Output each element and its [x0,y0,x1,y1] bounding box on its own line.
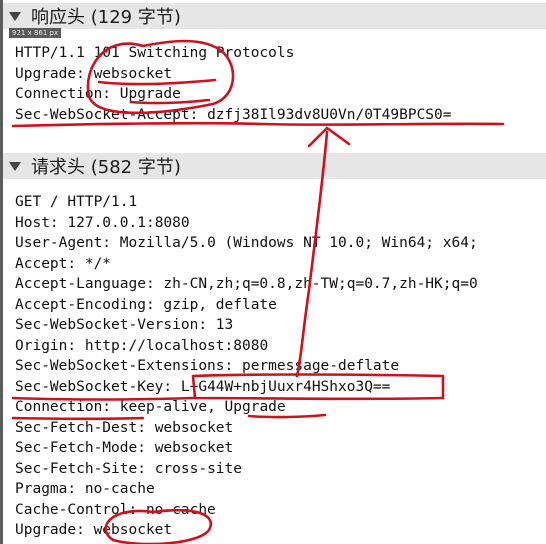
response-header-sec-websocket-accept: Sec-WebSocket-Accept: dzfj38Il93dv8U0Vn/… [15,106,452,123]
collapse-triangle-icon[interactable] [9,161,21,171]
headers-panel: 响应头 (129 字节) 921 x 861 px HTTP/1.1 101 S… [0,0,546,544]
request-header-cache-control: Cache-Control: no-cache [15,501,216,518]
response-status-line: HTTP/1.1 101 Switching Protocols [15,45,295,61]
response-headers-list: HTTP/1.1 101 Switching Protocols Upgrade… [15,43,545,125]
request-header-sec-websocket-extensions: Sec-WebSocket-Extensions: permessage-def… [15,358,400,374]
response-headers-title: 响应头 (129 字节) [31,7,181,28]
request-header-accept-encoding: Accept-Encoding: gzip, deflate [15,296,277,313]
response-header-upgrade: Upgrade: websocket [15,65,173,82]
request-header-host: Host: 127.0.0.1:8080 [15,214,190,231]
request-headers-toggle[interactable]: 请求头 (582 字节) [3,153,546,179]
request-header-sec-fetch-mode: Sec-Fetch-Mode: websocket [15,440,234,456]
request-header-sec-websocket-key: Sec-WebSocket-Key: L+G44W+nbjUuxr4HShxo3… [15,378,391,395]
request-headers-title: 请求头 (582 字节) [31,157,181,178]
request-header-pragma: Pragma: no-cache [15,481,155,497]
response-headers-toggle[interactable]: 响应头 (129 字节) [3,3,546,29]
request-header-sec-fetch-site: Sec-Fetch-Site: cross-site [15,460,242,477]
request-header-sec-websocket-version: Sec-WebSocket-Version: 13 [15,317,234,333]
request-header-accept: Accept: */* [15,255,112,272]
request-header-sec-fetch-dest: Sec-Fetch-Dest: websocket [15,419,234,436]
dimension-badge: 921 x 861 px [9,28,62,38]
request-line: GET / HTTP/1.1 [15,194,138,210]
request-header-connection: Connection: keep-alive, Upgrade [15,399,286,415]
response-header-connection: Connection: Upgrade [15,86,181,102]
request-headers-list: GET / HTTP/1.1 Host: 127.0.0.1:8080 User… [15,192,545,541]
request-header-upgrade: Upgrade: websocket [15,522,173,538]
request-header-user-agent: User-Agent: Mozilla/5.0 (Windows NT 10.0… [15,235,478,251]
request-header-origin: Origin: http://localhost:8080 [15,337,269,354]
accept-arrow-head [307,126,351,148]
collapse-triangle-icon[interactable] [9,11,21,21]
request-header-accept-language: Accept-Language: zh-CN,zh;q=0.8,zh-TW;q=… [15,276,478,292]
